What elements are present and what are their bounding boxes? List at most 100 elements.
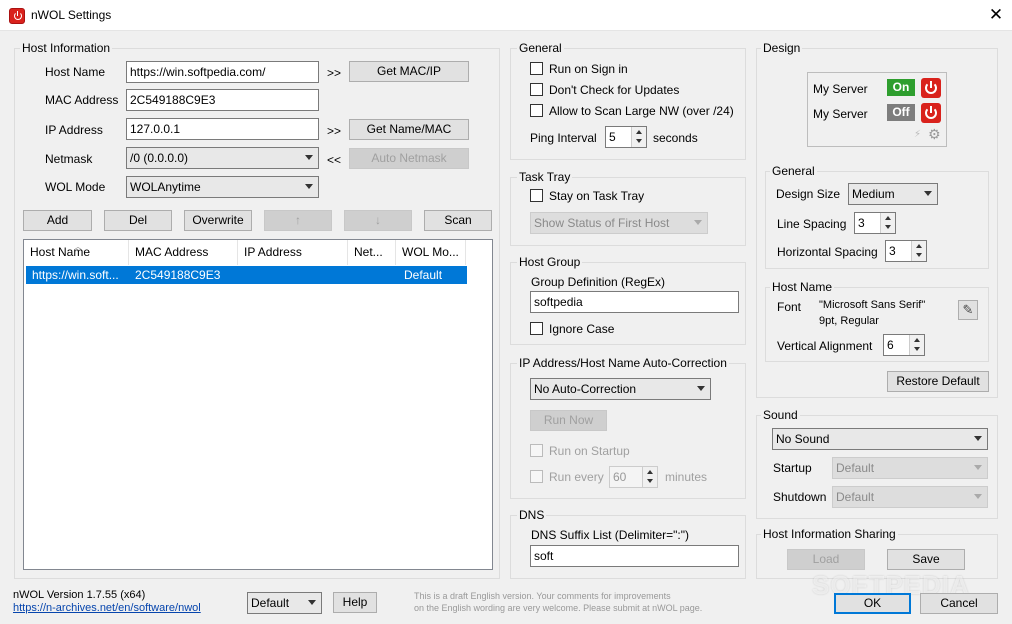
spin-down-icon[interactable] <box>909 345 924 355</box>
sound-select[interactable]: No Sound <box>772 428 988 450</box>
move-down-button[interactable]: ↓ <box>344 210 412 231</box>
stay-on-tray-checkbox[interactable] <box>530 189 543 202</box>
spin-down-icon[interactable] <box>911 251 926 261</box>
shutdown-sound-select[interactable]: Default <box>832 486 988 508</box>
design-size-select[interactable]: Medium <box>848 183 938 205</box>
cell-wol-mode: Default <box>404 268 443 282</box>
spin-up-icon[interactable] <box>631 127 646 137</box>
design-size-label: Design Size <box>776 187 841 201</box>
seconds-label: seconds <box>653 131 698 145</box>
ignore-case-checkbox[interactable] <box>530 322 543 335</box>
overwrite-button[interactable]: Overwrite <box>184 210 252 231</box>
hosts-table[interactable]: Host Name ︿ MAC Address IP Address Net..… <box>23 239 493 570</box>
allow-scan-large-checkbox[interactable] <box>530 104 543 117</box>
run-every-label: Run every <box>549 470 604 484</box>
run-on-startup-label: Run on Startup <box>549 444 630 458</box>
netmask-select[interactable]: /0 (0.0.0.0) <box>126 147 319 169</box>
close-icon[interactable]: ✕ <box>986 4 1006 26</box>
chevron-down-icon <box>974 436 982 441</box>
host-information-label: Host Information <box>20 41 113 55</box>
version-text: nWOL Version 1.7.55 (x64) <box>13 589 146 601</box>
table-row[interactable]: https://win.soft... 2C549188C9E3 Default <box>26 266 467 284</box>
font-label: Font <box>777 300 802 314</box>
ignore-case-label: Ignore Case <box>549 322 615 336</box>
line-spacing-stepper[interactable]: 3 <box>854 212 896 234</box>
shutdown-sound-label: Shutdown <box>773 490 827 504</box>
spin-up-icon[interactable] <box>880 213 895 223</box>
run-on-startup-checkbox[interactable] <box>530 444 543 457</box>
draft-note-line-1: This is a draft English version. Your co… <box>414 591 671 601</box>
ping-interval-stepper[interactable]: 5 <box>605 126 647 148</box>
power-icon <box>921 103 941 123</box>
auto-netmask-button[interactable]: Auto Netmask <box>349 148 469 169</box>
cancel-button[interactable]: Cancel <box>920 593 998 614</box>
run-on-signin-label: Run on Sign in <box>549 62 628 76</box>
language-select[interactable]: Default <box>247 592 322 614</box>
font-value-name: "Microsoft Sans Serif" <box>819 299 926 311</box>
vertical-alignment-label: Vertical Alignment <box>777 339 873 353</box>
del-button[interactable]: Del <box>104 210 172 231</box>
mac-address-field[interactable]: 2C549188C9E3 <box>126 89 319 111</box>
startup-sound-value: Default <box>836 461 875 475</box>
show-status-select[interactable]: Show Status of First Host <box>530 212 708 234</box>
spin-down-icon[interactable] <box>631 137 646 147</box>
restore-default-button[interactable]: Restore Default <box>887 371 989 392</box>
wol-mode-value: WOLAnytime <box>130 180 201 194</box>
gear-icon[interactable]: ⚙ <box>928 126 941 143</box>
mac-address-label: MAC Address <box>45 93 119 107</box>
design-general-label: General <box>770 164 817 178</box>
get-mac-ip-button[interactable]: Get MAC/IP <box>349 61 469 82</box>
spin-up-icon[interactable] <box>911 241 926 251</box>
column-header-wol-mode[interactable]: WOL Mo... <box>396 240 466 265</box>
dont-check-updates-label: Don't Check for Updates <box>549 83 680 97</box>
preview-server-1: My Server <box>813 82 868 96</box>
design-preview: My Server On My Server Off ⚡ ⚙ <box>807 72 947 147</box>
host-name-field[interactable]: https://win.softpedia.com/ <box>126 61 319 83</box>
vertical-alignment-stepper[interactable]: 6 <box>883 334 925 356</box>
scan-button[interactable]: Scan <box>424 210 492 231</box>
sort-ascending-icon: ︿ <box>74 242 82 251</box>
spin-up-icon[interactable] <box>642 467 657 477</box>
load-button[interactable]: Load <box>787 549 865 570</box>
line-spacing-label: Line Spacing <box>777 217 847 231</box>
spin-up-icon[interactable] <box>909 335 924 345</box>
chevron-down-icon <box>974 494 982 499</box>
dns-suffix-label: DNS Suffix List (Delimiter=":") <box>531 528 689 542</box>
wol-mode-select[interactable]: WOLAnytime <box>126 176 319 198</box>
get-name-mac-button[interactable]: Get Name/MAC <box>349 119 469 140</box>
ip-address-label: IP Address <box>45 123 103 137</box>
shutdown-sound-value: Default <box>836 490 875 504</box>
run-every-checkbox[interactable] <box>530 470 543 483</box>
show-status-value: Show Status of First Host <box>534 216 670 230</box>
group-definition-label: Group Definition (RegEx) <box>531 275 666 289</box>
draft-note-line-2: on the English wording are very welcome.… <box>414 603 703 613</box>
lightning-icon: ⚡ <box>914 129 922 140</box>
column-header-netmask[interactable]: Net... <box>348 240 396 265</box>
auto-correction-select[interactable]: No Auto-Correction <box>530 378 711 400</box>
column-header-ip-address[interactable]: IP Address <box>238 240 348 265</box>
ok-button[interactable]: OK <box>834 593 911 614</box>
title-bar <box>0 0 1012 31</box>
column-header-mac-address[interactable]: MAC Address <box>129 240 238 265</box>
edit-font-pencil-icon[interactable]: ✎ <box>958 300 978 320</box>
horizontal-spacing-stepper[interactable]: 3 <box>885 240 927 262</box>
run-now-button[interactable]: Run Now <box>530 410 607 431</box>
arrow-left: << <box>327 153 342 167</box>
ping-interval-label: Ping Interval <box>530 131 597 145</box>
run-on-signin-checkbox[interactable] <box>530 62 543 75</box>
sharing-label: Host Information Sharing <box>761 527 898 541</box>
add-button[interactable]: Add <box>23 210 92 231</box>
chevron-down-icon <box>694 220 702 225</box>
startup-sound-select[interactable]: Default <box>832 457 988 479</box>
spin-down-icon[interactable] <box>880 223 895 233</box>
run-every-stepper[interactable]: 60 <box>609 466 658 488</box>
spin-down-icon[interactable] <box>642 477 657 487</box>
ip-address-field[interactable]: 127.0.0.1 <box>126 118 319 140</box>
move-up-button[interactable]: ↑ <box>264 210 332 231</box>
help-button[interactable]: Help <box>333 592 377 613</box>
homepage-link[interactable]: https://n-archives.net/en/software/nwol <box>13 602 201 614</box>
dns-suffix-field[interactable]: soft <box>530 545 739 567</box>
save-button[interactable]: Save <box>887 549 965 570</box>
dont-check-updates-checkbox[interactable] <box>530 83 543 96</box>
group-definition-field[interactable]: softpedia <box>530 291 739 313</box>
